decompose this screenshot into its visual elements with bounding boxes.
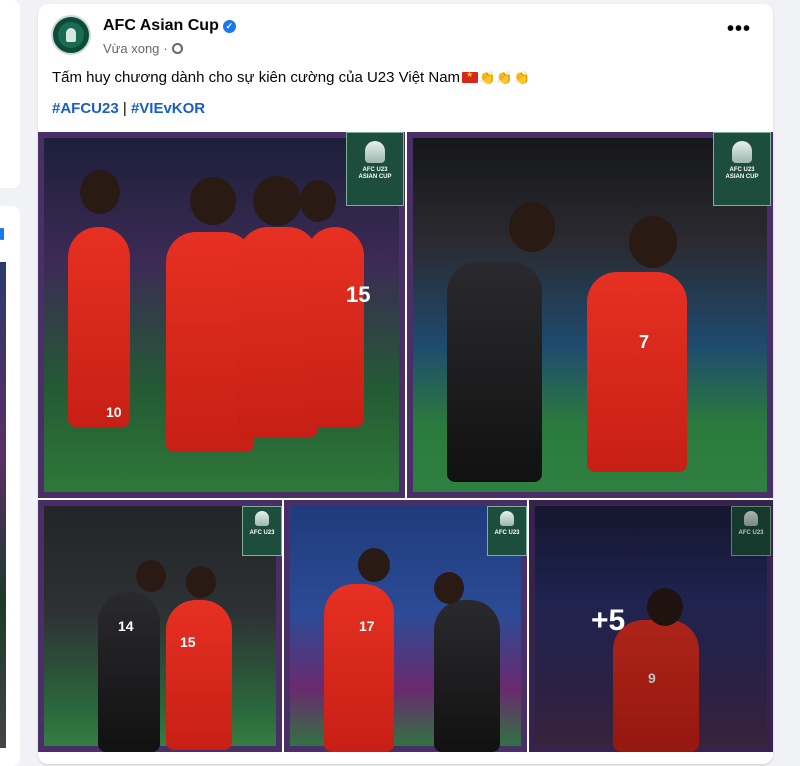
jersey-number: 7 [639, 332, 650, 352]
afc-logo-icon [58, 22, 84, 48]
facebook-post: AFC Asian Cup ✓ Vừa xong · ••• Tấm huy ch… [38, 4, 773, 764]
player-vn-17 [324, 584, 394, 752]
jersey-number: 15 [346, 282, 371, 307]
page-avatar[interactable] [51, 15, 91, 55]
player-kor [447, 262, 542, 482]
left-sidebar-thumbnail[interactable] [0, 262, 6, 748]
player-vn-10 [68, 227, 130, 427]
afc-u23-badge: AFC U23 ASIAN CUP [713, 132, 771, 206]
verified-icon: ✓ [222, 20, 236, 33]
photo-4[interactable]: 17 AFC U23 [284, 500, 527, 752]
page-name-text[interactable]: AFC Asian Cup [103, 17, 219, 34]
photo-3[interactable]: 14 15 AFC U23 [38, 500, 282, 752]
more-photos-count[interactable]: +5 [591, 604, 625, 638]
hashtag-viekor[interactable]: #VIEvKOR [131, 100, 205, 117]
page-name[interactable]: AFC Asian Cup ✓ [103, 17, 236, 35]
privacy-gear-icon[interactable] [171, 43, 183, 54]
caption-text: Tấm huy chương dành cho sự kiên cường củ… [52, 69, 461, 86]
left-sidebar-link[interactable] [0, 228, 4, 240]
jersey-number: 15 [180, 634, 196, 650]
photo-overlay [529, 500, 773, 752]
player-kor [434, 600, 500, 752]
more-options-icon[interactable]: ••• [727, 19, 751, 39]
player-vn-7 [587, 272, 687, 472]
hashtag-separator: | [122, 100, 127, 117]
post-meta: Vừa xong · [103, 41, 183, 56]
post-caption: Tấm huy chương dành cho sự kiên cường củ… [52, 69, 530, 86]
photo-1[interactable]: 10 15 AFC U23 ASIAN CUP [38, 132, 405, 498]
flag-vn-icon [462, 70, 479, 83]
jersey-number: 17 [359, 618, 375, 634]
clap-icon: 👏 [496, 70, 513, 85]
trophy-icon [500, 511, 514, 526]
clap-icon: 👏 [513, 70, 530, 85]
jersey-number: 14 [118, 618, 134, 634]
hashtag-afcu23[interactable]: #AFCU23 [52, 100, 119, 117]
trophy-icon [255, 511, 269, 526]
clap-icon: 👏 [479, 70, 496, 85]
trophy-icon [365, 141, 385, 163]
photo-5[interactable]: 9 AFC U23 [529, 500, 773, 752]
post-timestamp[interactable]: Vừa xong [103, 41, 159, 56]
afc-u23-badge: AFC U23 [242, 506, 282, 556]
jersey-number: 10 [106, 404, 122, 420]
post-hashtags: #AFCU23 | #VIEvKOR [52, 100, 205, 117]
afc-u23-badge: AFC U23 ASIAN CUP [346, 132, 404, 206]
left-sidebar-card [0, 0, 20, 188]
photo-2[interactable]: 7 AFC U23 ASIAN CUP [407, 132, 773, 498]
player-kor-14 [98, 592, 160, 752]
afc-u23-badge: AFC U23 [487, 506, 527, 556]
player-vn-15 [166, 600, 232, 750]
player-vn-15 [306, 227, 364, 427]
trophy-icon [732, 141, 752, 163]
